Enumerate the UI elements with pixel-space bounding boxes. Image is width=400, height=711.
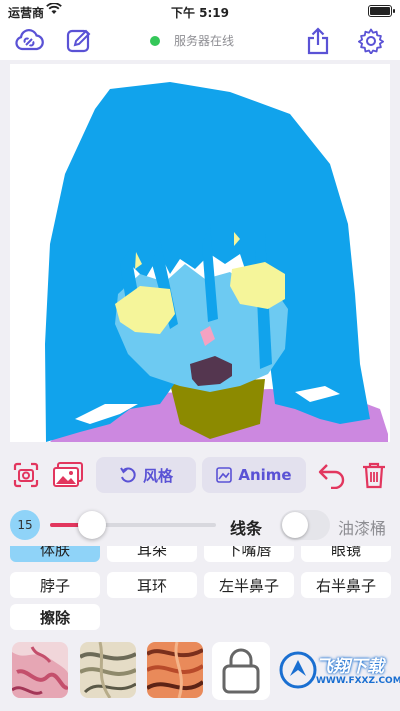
status-bar: 运营商 下午 5:19	[0, 0, 400, 22]
undo-circle-icon	[120, 467, 136, 483]
part-chip[interactable]: 体肤	[10, 546, 100, 562]
share-icon[interactable]	[303, 26, 333, 56]
undo-icon[interactable]	[316, 459, 348, 491]
watermark-icon	[279, 651, 317, 689]
style-thumb[interactable]	[147, 642, 203, 698]
anime-button[interactable]: Anime	[202, 457, 306, 493]
canvas-area	[0, 60, 400, 448]
style-thumbnails: 飞翔下载 WWW.FXXZ.COM	[0, 636, 400, 711]
part-chip[interactable]: 下嘴唇	[204, 546, 294, 562]
bucket-mode-label: 油漆桶	[338, 519, 387, 538]
image-icon	[216, 467, 233, 483]
server-status-label: 服务器在线	[174, 34, 235, 48]
toggle-knob	[282, 512, 308, 538]
part-chip[interactable]: 眼镜	[301, 546, 391, 562]
erase-chip[interactable]: 擦除	[10, 604, 100, 630]
trash-icon[interactable]	[358, 459, 390, 491]
battery-icon	[368, 5, 395, 17]
lock-icon	[222, 648, 260, 694]
drawing-canvas[interactable]	[10, 64, 390, 442]
bucket-toggle[interactable]	[280, 510, 330, 540]
brush-size-slider[interactable]	[50, 511, 216, 539]
action-row: 风格 Anime	[0, 452, 400, 498]
gallery-icon[interactable]	[52, 459, 84, 491]
server-status: 服务器在线	[150, 32, 234, 49]
cloud-link-icon[interactable]	[14, 26, 44, 56]
watermark-url: WWW.FXXZ.COM	[316, 676, 400, 686]
top-toolbar: 服务器在线	[0, 22, 400, 60]
part-chip[interactable]: 左半鼻子	[204, 572, 294, 598]
clock: 下午 5:19	[170, 6, 230, 20]
status-dot	[150, 35, 160, 46]
part-selector: 体肤 耳朵 下嘴唇 眼镜 脖子 耳环 左半鼻子 右半鼻子 擦除	[0, 546, 400, 632]
style-thumb[interactable]	[12, 642, 68, 698]
slider-thumb[interactable]	[77, 511, 106, 539]
part-chip[interactable]: 右半鼻子	[301, 572, 391, 598]
line-mode-label: 线条	[230, 519, 263, 538]
part-chip[interactable]: 耳朵	[107, 546, 197, 562]
edit-icon[interactable]	[64, 26, 94, 56]
watermark-title: 飞翔下载	[316, 657, 384, 677]
brush-controls: 15 线条 油漆桶	[0, 504, 400, 544]
settings-icon[interactable]	[356, 26, 386, 56]
locked-style-tile[interactable]	[212, 642, 270, 700]
brush-size-badge: 15	[10, 510, 40, 540]
style-button[interactable]: 风格	[96, 457, 196, 493]
style-button-label: 风格	[142, 466, 173, 485]
style-thumb[interactable]	[80, 642, 136, 698]
watermark-logo: 飞翔下载 WWW.FXXZ.COM	[276, 642, 400, 702]
anime-button-label: Anime	[238, 466, 292, 484]
part-chip[interactable]: 脖子	[10, 572, 100, 598]
drawing-image	[10, 64, 390, 442]
camera-icon[interactable]	[10, 459, 42, 491]
part-chip[interactable]: 耳环	[107, 572, 197, 598]
